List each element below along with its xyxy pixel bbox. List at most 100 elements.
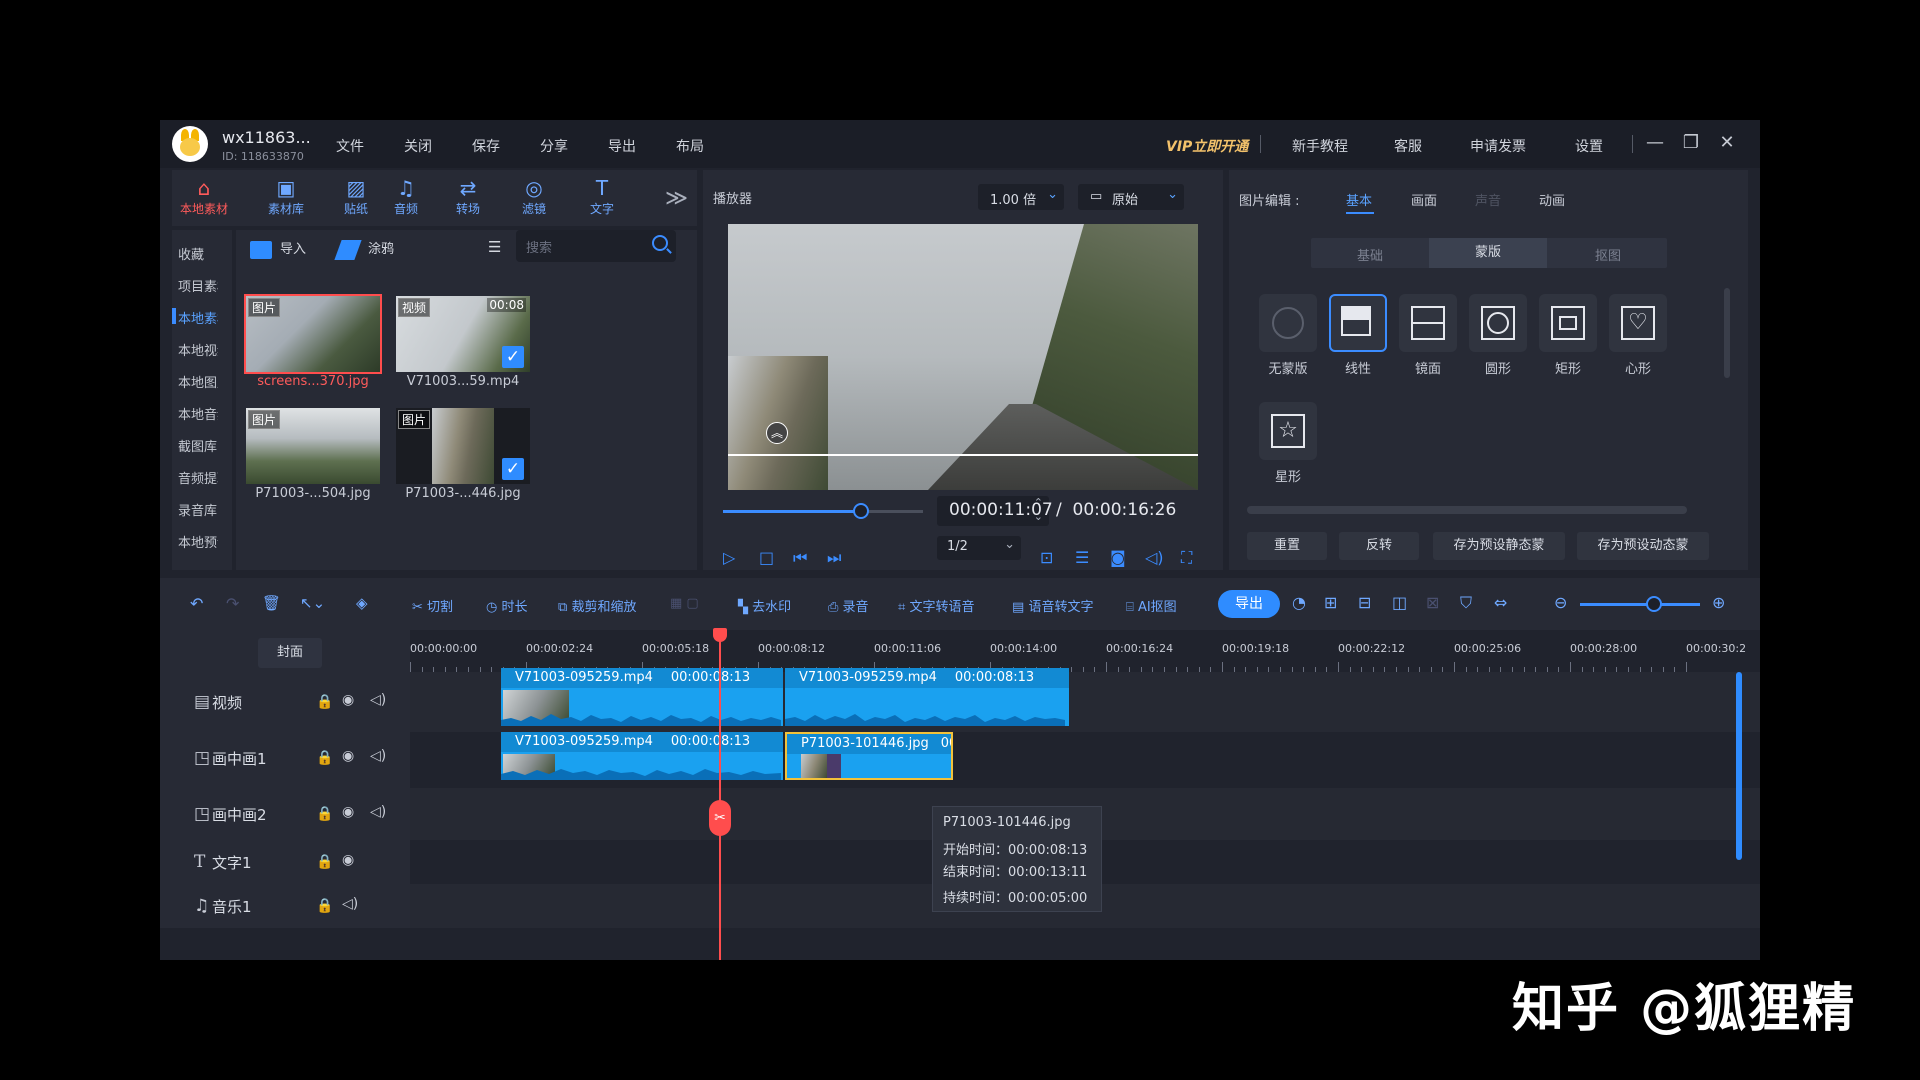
playhead[interactable] xyxy=(719,632,721,960)
progress-knob[interactable] xyxy=(853,503,869,519)
category-transition[interactable]: ⇄ 转场 xyxy=(440,176,496,217)
stop-icon[interactable]: □ xyxy=(759,548,774,567)
select-tool-icon[interactable]: ↖⌄ xyxy=(300,594,325,612)
lock-icon[interactable]: 🔒 xyxy=(316,806,333,822)
mask-circle[interactable] xyxy=(1469,294,1527,352)
split-icon[interactable]: ◫ xyxy=(1392,593,1407,612)
lock-icon[interactable]: 🔒 xyxy=(316,898,333,914)
doodle-button[interactable]: 涂鸦 xyxy=(334,238,394,260)
speech-to-text-button[interactable]: ▤ 语音转文字 xyxy=(1012,596,1093,615)
category-sticker[interactable]: ▨ 贴纸 xyxy=(328,176,384,217)
save-static-preset-button[interactable]: 存为预设静态蒙 xyxy=(1433,532,1565,560)
video-preview[interactable]: ︽ xyxy=(728,224,1198,490)
menu-layout[interactable]: 布局 xyxy=(676,136,704,156)
clip-video-2[interactable]: V71003-095259.mp4 00:00:08:13 xyxy=(785,668,1069,726)
side-tab-extract[interactable]: 音频提取 xyxy=(178,468,218,487)
reset-button[interactable]: 重置 xyxy=(1247,532,1327,560)
category-filter[interactable]: ◎ 滤镜 xyxy=(506,176,562,217)
redo-icon[interactable]: ↷ xyxy=(226,594,239,613)
menu-close[interactable]: 关闭 xyxy=(404,136,432,156)
vip-link[interactable]: VIP立即开通 xyxy=(1166,136,1248,156)
playback-progress[interactable] xyxy=(723,503,923,519)
time-ruler[interactable]: 00:00:00:00 00:00:02:24 00:00:05:18 00:00:0… xyxy=(410,630,1760,672)
media-item-3[interactable]: 图片 xyxy=(246,408,380,484)
sort-icon[interactable]: ☰ xyxy=(488,238,501,256)
tab-picture[interactable]: 画面 xyxy=(1411,190,1437,209)
record-button[interactable]: ⎙ 录音 xyxy=(828,596,869,615)
side-tab-video[interactable]: 本地视频 xyxy=(178,340,218,359)
support-link[interactable]: 客服 xyxy=(1394,136,1422,156)
ai-cutout-button[interactable]: ⌸ AI抠图 xyxy=(1126,596,1177,615)
media-item-4[interactable]: 图片 ✓ xyxy=(396,408,530,484)
category-audio[interactable]: ♫ 音频 xyxy=(378,176,434,217)
stepper-icon[interactable]: ⌃ ⌄ xyxy=(1034,496,1043,524)
ratio-select[interactable]: ▭ 原始 ⌄ xyxy=(1078,184,1184,210)
lock-icon[interactable]: 🔒 xyxy=(316,694,333,710)
playhead-handle[interactable] xyxy=(713,628,727,642)
cut-button[interactable]: ✂ 切割 xyxy=(412,596,453,615)
mask-mirror[interactable] xyxy=(1399,294,1457,352)
disabled-icon[interactable]: ⊠ xyxy=(1426,593,1439,612)
fullscreen-icon[interactable]: ⛶ xyxy=(1181,548,1192,568)
side-tab-preset[interactable]: 本地预设 xyxy=(178,532,218,551)
media-item-2[interactable]: 视频 00:08 ✓ xyxy=(396,296,530,372)
editor-hscrollbar[interactable] xyxy=(1247,506,1687,514)
expand-icon[interactable]: ⇔ xyxy=(1494,593,1507,612)
mask-rectangle[interactable] xyxy=(1539,294,1597,352)
zoom-out-icon[interactable]: ⊖ xyxy=(1554,593,1567,612)
menu-save[interactable]: 保存 xyxy=(472,136,500,156)
search-icon[interactable] xyxy=(652,235,668,251)
tab-basic[interactable]: 基本 xyxy=(1346,190,1372,209)
remove-watermark-button[interactable]: ▚ 去水印 xyxy=(738,596,791,615)
scissors-icon[interactable]: ✂ xyxy=(709,800,731,836)
next-frame-icon[interactable]: ⏭ xyxy=(827,548,841,568)
side-tab-audio[interactable]: 本地音频 xyxy=(178,404,218,423)
volume-icon[interactable]: ◁) xyxy=(1145,548,1164,567)
side-tab-local[interactable]: 本地素材 xyxy=(178,308,218,327)
eye-icon[interactable]: ◉ xyxy=(342,852,354,868)
save-dynamic-preset-button[interactable]: 存为预设动态蒙 xyxy=(1577,532,1709,560)
side-tab-favorites[interactable]: 收藏 xyxy=(178,244,218,263)
speaker-icon[interactable]: ◁) xyxy=(342,896,358,912)
zoom-knob[interactable] xyxy=(1646,596,1662,612)
invoice-link[interactable]: 申请发票 xyxy=(1470,136,1526,156)
lock-icon[interactable]: 🔒 xyxy=(316,750,333,766)
prev-frame-icon[interactable]: ⏮ xyxy=(793,548,807,568)
eye-icon[interactable]: ◉ xyxy=(342,748,354,764)
restore-icon[interactable]: ❐ xyxy=(1678,130,1704,156)
mask-linear[interactable] xyxy=(1329,294,1387,352)
crop-zoom-button[interactable]: ⧉ 裁剪和缩放 xyxy=(558,596,636,615)
avatar[interactable] xyxy=(172,126,208,162)
clip-video-1[interactable]: V71003-095259.mp4 00:00:08:13 xyxy=(501,668,783,726)
clip-pip-1[interactable]: V71003-095259.mp4 00:00:08:13 xyxy=(501,732,783,780)
segment-mask[interactable]: 蒙版 xyxy=(1429,238,1547,268)
category-text[interactable]: T 文字 xyxy=(574,176,630,217)
menu-share[interactable]: 分享 xyxy=(540,136,568,156)
duration-button[interactable]: ◷ 时长 xyxy=(486,596,528,615)
segment-cutout[interactable]: 抠图 xyxy=(1549,245,1667,264)
speed-select[interactable]: 1.00 倍 ⌄ xyxy=(978,184,1064,210)
text-to-speech-button[interactable]: ⌗ 文字转语音 xyxy=(898,596,974,615)
side-tab-record[interactable]: 录音库 xyxy=(178,500,218,519)
settings-link[interactable]: 设置 xyxy=(1575,136,1603,156)
zoom-in-icon[interactable]: ⊕ xyxy=(1712,593,1725,612)
tab-animation[interactable]: 动画 xyxy=(1539,190,1565,209)
clip-pip-2[interactable]: P71003-101446.jpg 00:00: xyxy=(785,732,953,780)
zoom-slider[interactable] xyxy=(1580,603,1700,606)
menu-export[interactable]: 导出 xyxy=(608,136,636,156)
speaker-icon[interactable]: ◁) xyxy=(370,692,386,708)
current-time-field[interactable]: 00:00:11:07 ⌃ ⌄ xyxy=(937,496,1053,526)
editor-scrollbar[interactable] xyxy=(1724,288,1730,378)
delete-icon[interactable]: 🗑 xyxy=(262,594,281,612)
mask-none[interactable] xyxy=(1259,294,1317,352)
minimize-icon[interactable]: — xyxy=(1642,130,1668,156)
eye-icon[interactable]: ◉ xyxy=(342,804,354,820)
speaker-icon[interactable]: ◁) xyxy=(370,804,386,820)
menu-file[interactable]: 文件 xyxy=(336,136,364,156)
import-button[interactable]: 导入 xyxy=(250,238,306,259)
disabled-tool-icon[interactable]: ▦ ▢ xyxy=(670,596,699,611)
search-input[interactable]: 搜索 xyxy=(516,230,676,262)
segment-basic[interactable]: 基础 xyxy=(1311,245,1429,264)
lock-icon[interactable]: 🔒 xyxy=(316,854,333,870)
category-local[interactable]: ⌂ 本地素材 xyxy=(176,176,232,217)
